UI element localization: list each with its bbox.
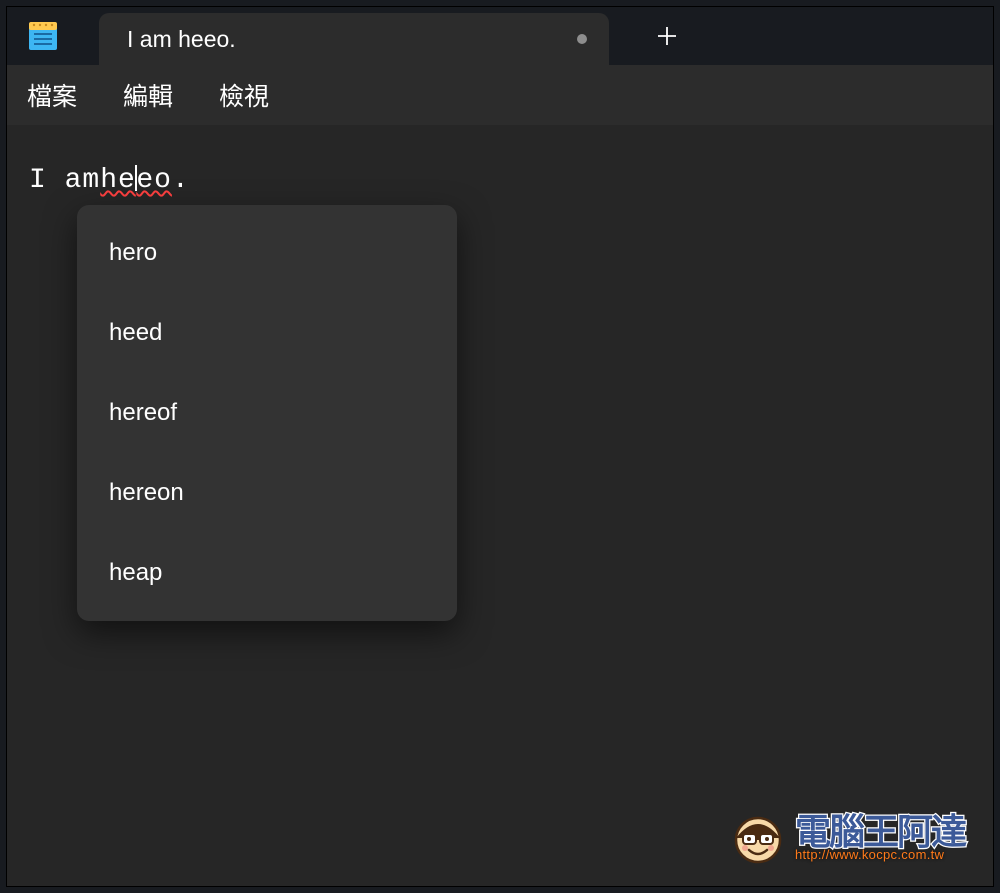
editor-area[interactable]: I am heeo . hero heed hereof hereon heap <box>7 125 993 886</box>
editor-text-post: . <box>172 165 190 196</box>
menu-file[interactable]: 檔案 <box>27 77 77 113</box>
suggestion-item[interactable]: heap <box>77 533 457 613</box>
document-tab[interactable]: I am heeo. <box>99 13 609 65</box>
plus-icon <box>656 25 678 47</box>
notepad-app-icon <box>27 20 59 52</box>
suggestion-item[interactable]: heed <box>77 293 457 373</box>
menu-edit[interactable]: 編輯 <box>123 77 173 113</box>
spellcheck-error[interactable]: heeo <box>100 161 172 196</box>
watermark-title: 電腦王阿達 <box>795 814 965 850</box>
app-window: I am heeo. 檔案 編輯 檢視 I am heeo . hero hee… <box>6 6 994 887</box>
editor-text-pre: I am <box>29 165 100 196</box>
editor-text-line[interactable]: I am heeo . <box>29 161 971 196</box>
tab-modified-indicator-icon <box>577 34 587 44</box>
text-cursor <box>135 165 137 191</box>
tab-title: I am heeo. <box>127 26 577 53</box>
suggestion-item[interactable]: hereon <box>77 453 457 533</box>
suggestion-item[interactable]: hero <box>77 213 457 293</box>
watermark-url: http://www.kocpc.com.tw <box>795 848 965 861</box>
watermark: 電腦王阿達 http://www.kocpc.com.tw <box>729 808 965 866</box>
suggestion-item[interactable]: hereof <box>77 373 457 453</box>
menubar: 檔案 編輯 檢視 <box>7 65 993 125</box>
titlebar: I am heeo. <box>7 7 993 65</box>
spellcheck-popup: hero heed hereof hereon heap <box>77 205 457 621</box>
menu-view[interactable]: 檢視 <box>219 77 269 113</box>
watermark-mascot-icon <box>729 808 787 866</box>
new-tab-button[interactable] <box>639 8 695 64</box>
